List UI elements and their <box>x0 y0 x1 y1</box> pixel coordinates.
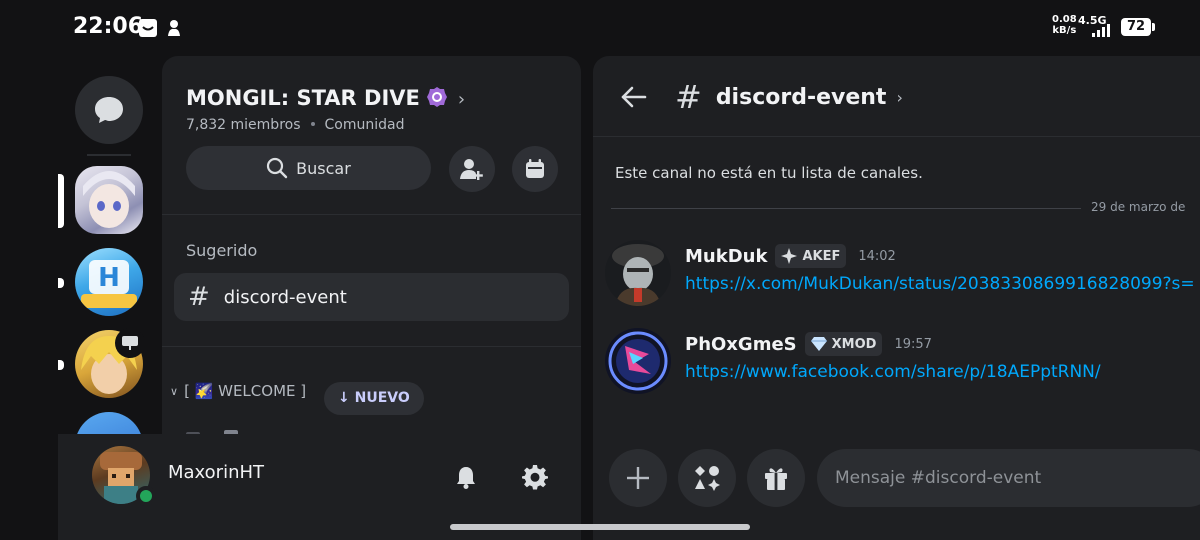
message-header: PhOxGmeS XMOD 19:57 <box>685 332 932 356</box>
date-label: 29 de marzo de <box>1091 200 1186 214</box>
search-icon <box>267 157 288 179</box>
unread-pill <box>58 360 64 370</box>
stage-badge-icon <box>115 328 145 358</box>
rail-separator <box>87 154 131 156</box>
avatar[interactable] <box>605 240 671 306</box>
add-user-icon <box>460 159 483 180</box>
category-welcome[interactable]: ∨ [ 🌠 WELCOME ] <box>170 382 306 400</box>
search-label: Buscar <box>296 158 351 178</box>
server-rail: H <box>58 56 160 434</box>
chat-panel: # discord-event › Este canal no está en … <box>593 56 1200 540</box>
chat-bubble-icon <box>95 97 123 123</box>
svg-text:H: H <box>98 263 120 293</box>
message-header: MukDuk AKEF 14:02 <box>685 244 896 268</box>
channel-label: discord-event <box>223 286 347 308</box>
message-time: 14:02 <box>858 248 896 264</box>
suggested-label: Sugerido <box>186 241 258 260</box>
net-speed: 0.08 kB/s <box>1052 14 1077 36</box>
search-button[interactable]: Buscar <box>186 146 431 190</box>
new-messages-pill[interactable]: ↓ NUEVO <box>324 382 424 415</box>
message-link[interactable]: https://x.com/MukDukan/status/2038330869… <box>685 274 1195 294</box>
gift-icon <box>765 468 787 490</box>
guild-header[interactable]: MONGIL: STAR DIVE › <box>186 86 465 110</box>
channel-header[interactable]: # discord-event › <box>675 78 903 116</box>
notification-box-icon <box>138 18 158 38</box>
status-bar: 22:06 0.08 kB/s 4.5G 72 <box>0 0 1200 56</box>
chevron-right-icon: › <box>896 87 903 107</box>
message-input[interactable] <box>817 449 1200 507</box>
message-username[interactable]: MukDuk <box>685 246 767 267</box>
status-time: 22:06 <box>73 14 144 39</box>
app-notification-icon <box>164 18 184 38</box>
channel-title: discord-event <box>715 84 887 110</box>
invite-button[interactable] <box>449 146 495 192</box>
avatar[interactable] <box>605 328 671 394</box>
channel-notice: Este canal no está en tu lista de canale… <box>615 164 923 182</box>
settings-button[interactable] <box>520 462 550 492</box>
gear-icon <box>522 465 548 490</box>
channel-panel: MONGIL: STAR DIVE › 7,832 miembros Comunid… <box>162 56 581 434</box>
guild-tag[interactable]: AKEF <box>775 244 847 268</box>
date-divider <box>611 208 1081 209</box>
add-attachment-button[interactable] <box>609 449 667 507</box>
notifications-button[interactable] <box>451 462 481 492</box>
server-anime-girl[interactable] <box>75 166 143 234</box>
plus-icon <box>627 467 649 489</box>
back-arrow-icon[interactable] <box>619 82 649 112</box>
selected-server-pill <box>58 174 64 228</box>
unread-pill <box>58 278 64 288</box>
hash-icon: # <box>675 78 702 116</box>
divider <box>162 346 581 347</box>
partner-badge-icon <box>426 87 447 107</box>
online-status-indicator <box>136 486 156 506</box>
direct-messages-button[interactable] <box>75 76 143 144</box>
chevron-down-icon: ∨ <box>170 384 179 398</box>
home-indicator[interactable] <box>450 524 750 530</box>
channel-item-discord-event[interactable]: # discord-event <box>174 273 569 321</box>
signal-icon <box>1092 24 1110 37</box>
server-blue-partial[interactable] <box>75 412 143 434</box>
divider <box>593 136 1200 137</box>
gem-icon <box>810 337 827 351</box>
server-h-logo[interactable]: H <box>75 248 143 316</box>
username: MaxorinHT <box>168 462 265 483</box>
divider <box>162 214 581 215</box>
guild-type: Comunidad <box>324 117 405 133</box>
chevron-right-icon: › <box>457 89 466 110</box>
gift-button[interactable] <box>747 449 805 507</box>
category-label: [ 🌠 WELCOME ] <box>184 382 307 400</box>
message-username[interactable]: PhOxGmeS <box>685 334 797 355</box>
guild-meta: 7,832 miembros Comunidad <box>186 117 404 133</box>
guild-name: MONGIL: STAR DIVE <box>186 86 420 110</box>
guild-tag[interactable]: XMOD <box>804 332 883 356</box>
sparkle-diamond-icon <box>781 248 798 264</box>
member-count: 7,832 miembros <box>186 117 301 133</box>
message-composer <box>593 446 1200 516</box>
events-button[interactable] <box>512 146 558 192</box>
hash-icon: # <box>188 282 210 312</box>
bell-icon <box>457 467 475 489</box>
apps-icon <box>695 466 720 491</box>
message-time: 19:57 <box>894 336 932 352</box>
calendar-icon <box>526 159 544 178</box>
message-link[interactable]: https://www.facebook.com/share/p/18AEPpt… <box>685 362 1101 382</box>
battery-icon: 72 <box>1121 18 1155 36</box>
apps-button[interactable] <box>678 449 736 507</box>
meta-dot <box>310 122 315 126</box>
